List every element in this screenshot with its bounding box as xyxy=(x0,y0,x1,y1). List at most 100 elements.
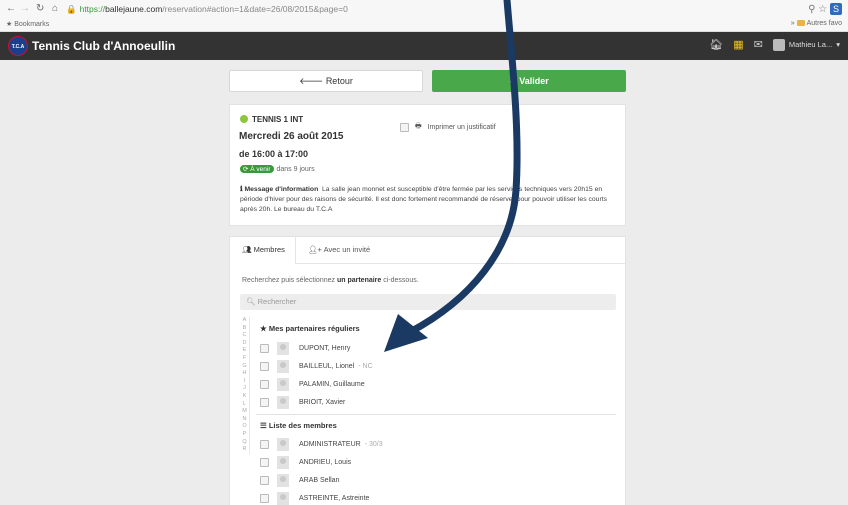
star-icon[interactable]: ☆ xyxy=(818,4,827,15)
home-icon[interactable]: 🏠︎ xyxy=(709,38,723,51)
club-logo[interactable]: T.C.A xyxy=(8,36,28,56)
regular-partners-title: ★ Mes partenaires réguliers xyxy=(260,324,360,333)
section-divider xyxy=(256,414,616,415)
member-name: DUPONT, Henry xyxy=(299,344,351,352)
members-list-title: ☰ Liste des membres xyxy=(260,421,337,430)
alphabet-letter[interactable]: A xyxy=(240,317,249,325)
browser-toolbar-icons: ⚲ ☆ S xyxy=(808,3,842,15)
back-arrow-icon[interactable]: ← xyxy=(6,3,16,14)
star-icon: ★ xyxy=(260,324,267,333)
alphabet-letter[interactable]: D xyxy=(240,340,249,348)
club-name[interactable]: Tennis Club d'Annoeullin xyxy=(32,39,175,53)
member-ranking: - NC xyxy=(358,362,373,370)
list-item[interactable]: PALAMIN, Guillaume xyxy=(260,376,369,392)
alphabet-letter[interactable]: B xyxy=(240,325,249,333)
select-checkbox[interactable] xyxy=(260,397,269,407)
extension-icon[interactable]: S xyxy=(830,3,842,15)
member-name: ADMINISTRATEUR xyxy=(299,440,361,448)
alphabet-letter[interactable]: L xyxy=(240,401,249,409)
select-checkbox[interactable] xyxy=(260,493,269,503)
info-message: ℹ Message d'information La salle jean mo… xyxy=(240,186,607,213)
app-header: T.C.A Tennis Club d'Annoeullin 🏠︎ ▦ ✉ Ma… xyxy=(0,32,848,60)
caret-down-icon: ▾ xyxy=(836,40,840,49)
address-row: ← → ↻ ⌂ 🔒 https://ballejaune.com/reservat… xyxy=(0,2,848,18)
select-checkbox[interactable] xyxy=(260,457,269,467)
member-name: ASTREINTE, Astreinte xyxy=(299,494,370,502)
avatar xyxy=(277,341,289,355)
back-button[interactable]: 🡐 Retour xyxy=(229,70,423,92)
home-icon[interactable]: ⌂ xyxy=(52,3,58,14)
list-item[interactable]: ANDRIEU, Louis xyxy=(260,454,355,470)
search-hint: Recherchez puis sélectionnez un partenai… xyxy=(242,277,419,284)
tab-members[interactable]: 👥︎ Membres xyxy=(242,245,285,254)
status-dot-icon xyxy=(240,115,248,123)
list-item[interactable]: BRIOIT, Xavier xyxy=(260,394,349,410)
member-name: PALAMIN, Guillaume xyxy=(299,380,365,388)
alphabet-letter[interactable]: Q xyxy=(240,439,249,447)
key-icon[interactable]: ⚲ xyxy=(808,4,815,15)
select-checkbox[interactable] xyxy=(260,475,269,485)
avatar xyxy=(277,473,289,487)
check-icon: ✔ xyxy=(509,76,517,86)
forward-arrow-icon[interactable]: → xyxy=(20,3,30,14)
member-ranking: - 30/3 xyxy=(364,440,383,448)
list-item[interactable]: DUPONT, Henry xyxy=(260,340,354,356)
court-name: TENNIS 1 INT xyxy=(240,115,303,124)
envelope-icon[interactable]: ✉ xyxy=(754,38,763,51)
print-checkbox[interactable] xyxy=(400,123,409,132)
user-menu[interactable]: Mathieu La... ▾ xyxy=(772,38,840,51)
add-user-icon: 👤︎+ xyxy=(308,245,322,254)
alphabet-letter[interactable]: R xyxy=(240,446,249,454)
avatar xyxy=(277,437,289,451)
tab-guest[interactable]: 👤︎+ Avec un invité xyxy=(308,245,370,254)
status-badge: ⟳ À venir dans 9 jours xyxy=(240,165,315,173)
alphabet-letter[interactable]: N xyxy=(240,416,249,424)
search-input[interactable]: 🔍︎ Rechercher xyxy=(240,294,616,310)
validate-button[interactable]: ✔ Valider xyxy=(432,70,626,92)
reservation-date: Mercredi 26 août 2015 xyxy=(239,131,344,142)
upcoming-pill: ⟳ À venir xyxy=(240,165,274,173)
alphabet-letter[interactable]: O xyxy=(240,423,249,431)
print-receipt-option[interactable]: 🖶 Imprimer un justificatif xyxy=(400,122,496,133)
folder-icon xyxy=(796,20,805,27)
select-checkbox[interactable] xyxy=(260,379,269,389)
partner-card: 👥︎ Membres 👤︎+ Avec un invité Recherchez… xyxy=(229,236,626,505)
alphabet-letter[interactable]: P xyxy=(240,431,249,439)
reservation-time: de 16:00 à 17:00 xyxy=(239,149,309,159)
users-icon: 👥︎ xyxy=(242,245,252,254)
select-checkbox[interactable] xyxy=(260,361,269,371)
alphabet-letter[interactable]: F xyxy=(240,355,249,363)
select-checkbox[interactable] xyxy=(260,439,269,449)
alphabet-letter[interactable]: H xyxy=(240,370,249,378)
list-item[interactable]: ASTREINTE, Astreinte xyxy=(260,490,373,505)
list-item[interactable]: ADMINISTRATEUR - 30/3 xyxy=(260,436,383,452)
alphabet-letter[interactable]: M xyxy=(240,408,249,416)
printer-icon: 🖶 xyxy=(415,123,422,130)
alphabet-letter[interactable]: E xyxy=(240,347,249,355)
arrow-left-icon: 🡐 xyxy=(299,76,324,86)
bookmarks-link[interactable]: ★ Bookmarks xyxy=(6,20,49,28)
other-bookmarks[interactable]: » Autres favo xyxy=(791,20,842,27)
calendar-icon[interactable]: ▦ xyxy=(733,38,743,51)
alphabet-letter[interactable]: G xyxy=(240,363,249,371)
address-bar[interactable]: 🔒 https://ballejaune.com/reservation#acti… xyxy=(66,4,348,15)
partner-tabs: 👥︎ Membres 👤︎+ Avec un invité xyxy=(230,237,625,264)
alphabet-letter[interactable]: C xyxy=(240,332,249,340)
member-name: ANDRIEU, Louis xyxy=(299,458,352,466)
avatar xyxy=(277,455,289,469)
list-item[interactable]: ARAB Sellan xyxy=(260,472,343,488)
browser-chrome: ← → ↻ ⌂ 🔒 https://ballejaune.com/reservat… xyxy=(0,0,848,32)
select-checkbox[interactable] xyxy=(260,343,269,353)
member-name: ARAB Sellan xyxy=(299,476,340,484)
avatar xyxy=(277,377,289,391)
alphabet-letter[interactable]: I xyxy=(240,378,249,386)
alphabet-letter[interactable]: J xyxy=(240,385,249,393)
reload-icon[interactable]: ↻ xyxy=(36,3,44,14)
alphabet-index: ABCDEFGHIJKLMNOPQR xyxy=(240,317,250,454)
avatar xyxy=(277,491,289,505)
lock-icon: 🔒 xyxy=(66,4,77,14)
avatar xyxy=(277,359,289,373)
list-item[interactable]: BAILLEUL, Lionel - NC xyxy=(260,358,373,374)
reservation-card: TENNIS 1 INT Mercredi 26 août 2015 de 16… xyxy=(229,104,626,226)
alphabet-letter[interactable]: K xyxy=(240,393,249,401)
